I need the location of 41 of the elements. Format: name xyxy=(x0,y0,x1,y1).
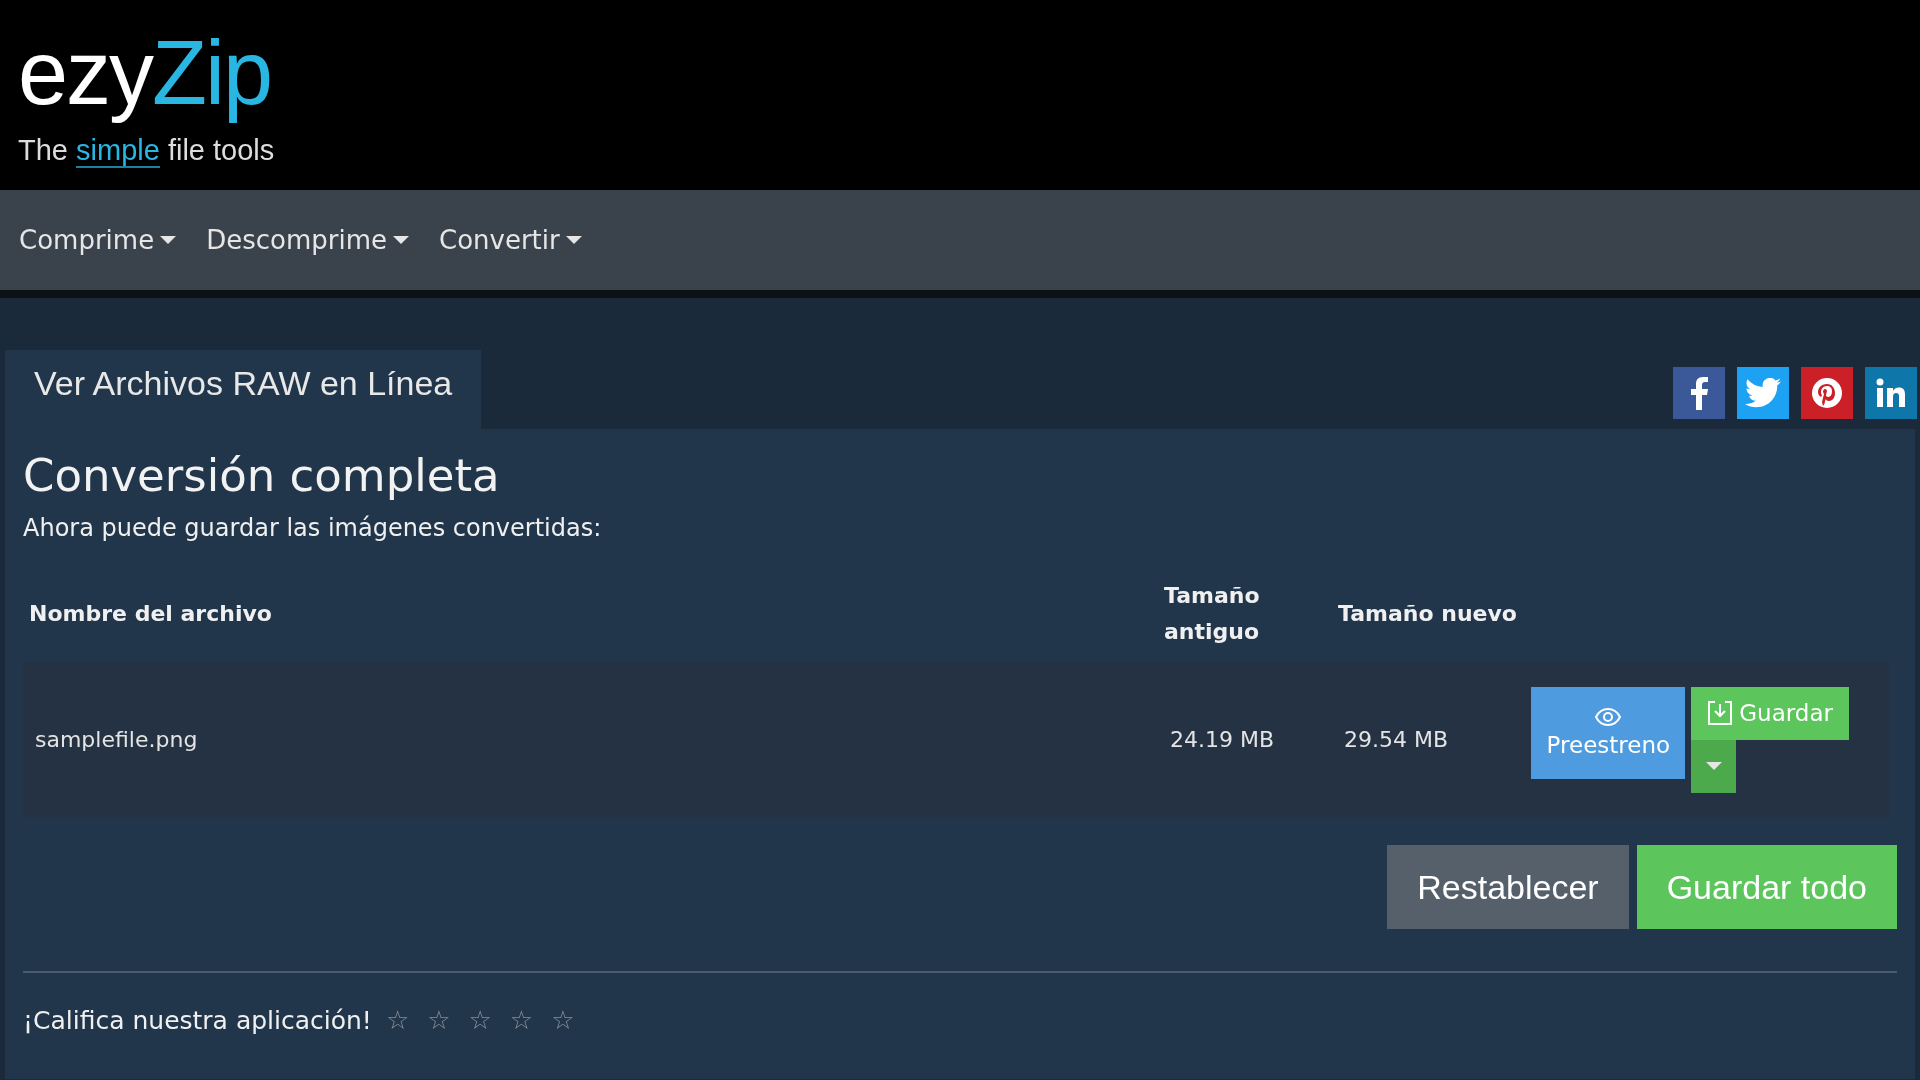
file-name: samplefile.png xyxy=(34,727,199,752)
share-button[interactable] xyxy=(1737,367,1789,419)
facebook-icon xyxy=(1688,376,1710,410)
logo-wordmark[interactable]: ezyZip xyxy=(18,22,272,126)
old-size: 24.19 MB xyxy=(1169,727,1276,752)
bird-icon xyxy=(1745,378,1781,408)
share-button[interactable] xyxy=(1673,367,1725,419)
caret-icon xyxy=(1705,762,1722,770)
star-icon[interactable]: ☆ xyxy=(468,1005,492,1035)
star-icon[interactable]: ☆ xyxy=(427,1005,451,1035)
pin-icon xyxy=(1810,376,1844,410)
preview-button[interactable]: Preestreno xyxy=(1531,686,1686,779)
reset-button[interactable]: Restablecer xyxy=(1387,845,1629,929)
eye-icon xyxy=(1595,707,1622,726)
nav-menu[interactable]: Descomprime xyxy=(206,225,409,255)
share-button[interactable] xyxy=(1801,367,1853,419)
tagline-text: The xyxy=(18,133,69,166)
save-all-button[interactable]: Guardar todo xyxy=(1636,845,1897,929)
nav-menu[interactable]: Convertir xyxy=(439,225,582,255)
download-icon xyxy=(1707,700,1734,726)
page-tab[interactable]: Ver Archivos RAW en Línea xyxy=(5,350,482,429)
linkedin-icon xyxy=(1876,378,1906,408)
dropdown-toggle[interactable] xyxy=(1691,739,1737,793)
nav-menu[interactable]: Comprime xyxy=(19,225,177,255)
column-header: Tamaño nuevo xyxy=(1337,600,1518,628)
star-icon[interactable]: ☆ xyxy=(509,1005,534,1035)
caret-icon xyxy=(160,236,177,244)
caret-icon xyxy=(565,236,582,244)
column-header: Nombre del archivo xyxy=(28,600,273,628)
page-heading: Conversión completa xyxy=(23,449,501,502)
star-icon[interactable]: ☆ xyxy=(385,1005,410,1035)
star-icon[interactable]: ☆ xyxy=(551,1005,575,1035)
save-button[interactable]: Guardar xyxy=(1691,686,1849,740)
tagline-text: file tools xyxy=(166,133,275,166)
caret-icon xyxy=(393,236,409,244)
new-size: 29.54 MB xyxy=(1343,727,1450,752)
subtitle: Ahora puede guardar las imágenes convertidas: xyxy=(23,514,603,542)
tagline-text: simple xyxy=(76,133,160,168)
share-button[interactable] xyxy=(1865,367,1917,419)
column-header: Tamaño antiguo xyxy=(1163,582,1261,646)
rating-prompt: ¡Califica nuestra aplicación! xyxy=(23,1005,372,1035)
